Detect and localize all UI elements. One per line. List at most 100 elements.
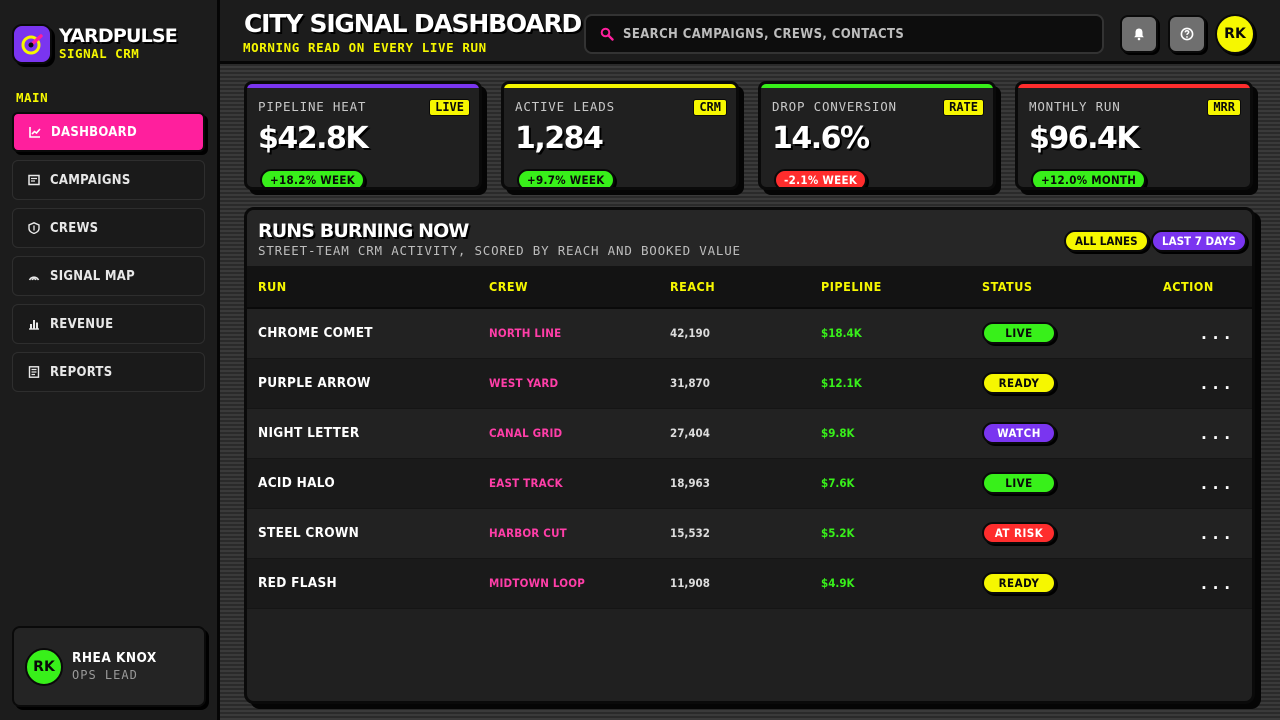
table-row[interactable]: CHROME COMET NORTH LINE 42,190 $18.4K LI… <box>247 308 1252 359</box>
sidebar-item-label: REPORTS <box>50 364 113 380</box>
column-header-pipeline[interactable]: PIPELINE <box>810 266 971 309</box>
filter-all-lanes[interactable]: ALL LANES <box>1064 230 1149 252</box>
nav-section-label: MAIN <box>16 90 49 105</box>
help-button[interactable] <box>1168 15 1206 53</box>
profile-avatar[interactable]: RK <box>1215 14 1255 54</box>
brand-logo-icon <box>12 24 52 64</box>
notifications-button[interactable] <box>1120 15 1158 53</box>
cell-action: ... <box>1152 558 1252 609</box>
cell-pipeline: $5.2K <box>810 508 971 559</box>
runs-panel: RUNS BURNING NOW STREET-TEAM CRM ACTIVIT… <box>244 207 1255 704</box>
row-actions-button[interactable]: ... <box>1199 524 1234 543</box>
stat-label: ACTIVE LEADS <box>515 99 615 114</box>
row-actions-button[interactable]: ... <box>1199 424 1234 443</box>
cell-crew: HARBOR CUT <box>478 508 659 559</box>
table-row[interactable]: ACID HALO EAST TRACK 18,963 $7.6K LIVE .… <box>247 458 1252 509</box>
cell-reach: 31,870 <box>659 358 810 409</box>
user-info: RHEA KNOX OPS LEAD <box>72 650 157 683</box>
cell-pipeline: $12.1K <box>810 358 971 409</box>
app-root: YARDPULSE SIGNAL CRM MAIN DASHBOARD CAMP… <box>0 0 1280 720</box>
status-badge: LIVE <box>982 322 1056 345</box>
cell-status: AT RISK <box>971 508 1152 559</box>
sidebar-item-crews[interactable]: CREWS <box>12 208 205 248</box>
sidebar-item-dashboard[interactable]: DASHBOARD <box>12 112 205 152</box>
bar-chart-icon <box>28 318 40 330</box>
cell-action: ... <box>1152 458 1252 509</box>
table-row[interactable]: STEEL CROWN HARBOR CUT 15,532 $5.2K AT R… <box>247 508 1252 559</box>
status-badge: AT RISK <box>982 522 1056 544</box>
runs-table: RUN CREW REACH PIPELINE STATUS ACTION CH… <box>247 266 1252 609</box>
stat-value: $96.4K <box>1029 121 1140 156</box>
sidebar-item-label: CREWS <box>50 220 99 236</box>
status-badge: WATCH <box>982 422 1056 444</box>
row-actions-button[interactable]: ... <box>1199 474 1234 493</box>
stat-delta-badge: +18.2% WEEK <box>260 169 366 187</box>
cell-action: ... <box>1152 408 1252 459</box>
cell-pipeline: $4.9K <box>810 558 971 609</box>
stat-tag: MRR <box>1207 99 1241 116</box>
stat-card-drop-conversion: DROP CONVERSION RATE 14.6% -2.1% WEEK <box>758 81 996 190</box>
column-header-crew[interactable]: CREW <box>478 266 659 309</box>
avatar: RK <box>25 647 63 686</box>
chart-line-icon <box>29 126 41 138</box>
cell-pipeline: $7.6K <box>810 458 971 509</box>
cell-reach: 15,532 <box>659 508 810 559</box>
column-header-status[interactable]: STATUS <box>971 266 1152 309</box>
table-header-row: RUN CREW REACH PIPELINE STATUS ACTION <box>247 266 1252 309</box>
row-actions-button[interactable]: ... <box>1199 324 1234 343</box>
stat-delta-badge: -2.1% WEEK <box>774 169 868 187</box>
status-badge: LIVE <box>982 472 1056 494</box>
cell-run: CHROME COMET <box>247 308 478 359</box>
cell-reach: 27,404 <box>659 408 810 459</box>
campaign-card-icon <box>28 174 40 186</box>
stat-accent-bar <box>504 84 736 88</box>
stat-value: 1,284 <box>515 121 604 156</box>
page-subtitle: MORNING READ ON EVERY LIVE RUN <box>243 40 487 55</box>
brand[interactable]: YARDPULSE SIGNAL CRM <box>12 24 178 64</box>
sidebar-item-label: REVENUE <box>50 316 114 332</box>
runs-panel-header: RUNS BURNING NOW STREET-TEAM CRM ACTIVIT… <box>247 210 1252 266</box>
sidebar-item-signal-map[interactable]: SIGNAL MAP <box>12 256 205 296</box>
table-row[interactable]: NIGHT LETTER CANAL GRID 27,404 $9.8K WAT… <box>247 408 1252 459</box>
sidebar-item-label: SIGNAL MAP <box>50 268 135 284</box>
cell-status: READY <box>971 558 1152 609</box>
cell-crew: CANAL GRID <box>478 408 659 459</box>
column-header-reach[interactable]: REACH <box>659 266 810 309</box>
stat-tag: CRM <box>693 99 727 116</box>
signal-arc-icon <box>28 270 40 282</box>
bell-icon <box>1134 28 1144 41</box>
stat-value: 14.6% <box>772 121 870 156</box>
stat-label: MONTHLY RUN <box>1029 99 1121 114</box>
stat-label: PIPELINE HEAT <box>258 99 367 114</box>
brand-text: YARDPULSE SIGNAL CRM <box>59 26 178 62</box>
stat-value: $42.8K <box>258 121 369 156</box>
sidebar-item-reports[interactable]: REPORTS <box>12 352 205 392</box>
cell-pipeline: $18.4K <box>810 308 971 359</box>
row-actions-button[interactable]: ... <box>1199 574 1234 593</box>
stat-accent-bar <box>1018 84 1250 88</box>
stat-card-monthly-run: MONTHLY RUN MRR $96.4K +12.0% MONTH <box>1015 81 1253 190</box>
search-input[interactable] <box>623 26 1083 42</box>
cell-run: ACID HALO <box>247 458 478 509</box>
cell-run: STEEL CROWN <box>247 508 478 559</box>
user-card[interactable]: RK RHEA KNOX OPS LEAD <box>12 626 206 707</box>
table-row[interactable]: RED FLASH MIDTOWN LOOP 11,908 $4.9K READ… <box>247 558 1252 609</box>
sidebar-item-label: CAMPAIGNS <box>50 172 131 188</box>
cell-reach: 18,963 <box>659 458 810 509</box>
cell-crew: MIDTOWN LOOP <box>478 558 659 609</box>
row-actions-button[interactable]: ... <box>1199 374 1234 393</box>
table-row[interactable]: PURPLE ARROW WEST YARD 31,870 $12.1K REA… <box>247 358 1252 409</box>
cell-status: LIVE <box>971 308 1152 359</box>
cell-action: ... <box>1152 508 1252 559</box>
cell-run: RED FLASH <box>247 558 478 609</box>
sidebar-item-campaigns[interactable]: CAMPAIGNS <box>12 160 205 200</box>
filter-last-7-days[interactable]: LAST 7 DAYS <box>1151 230 1247 252</box>
sidebar-item-revenue[interactable]: REVENUE <box>12 304 205 344</box>
search-icon <box>600 27 614 41</box>
cell-crew: WEST YARD <box>478 358 659 409</box>
search-bar[interactable] <box>584 14 1104 54</box>
cell-reach: 11,908 <box>659 558 810 609</box>
column-header-run[interactable]: RUN <box>247 266 478 309</box>
cell-run: PURPLE ARROW <box>247 358 478 409</box>
cell-reach: 42,190 <box>659 308 810 359</box>
